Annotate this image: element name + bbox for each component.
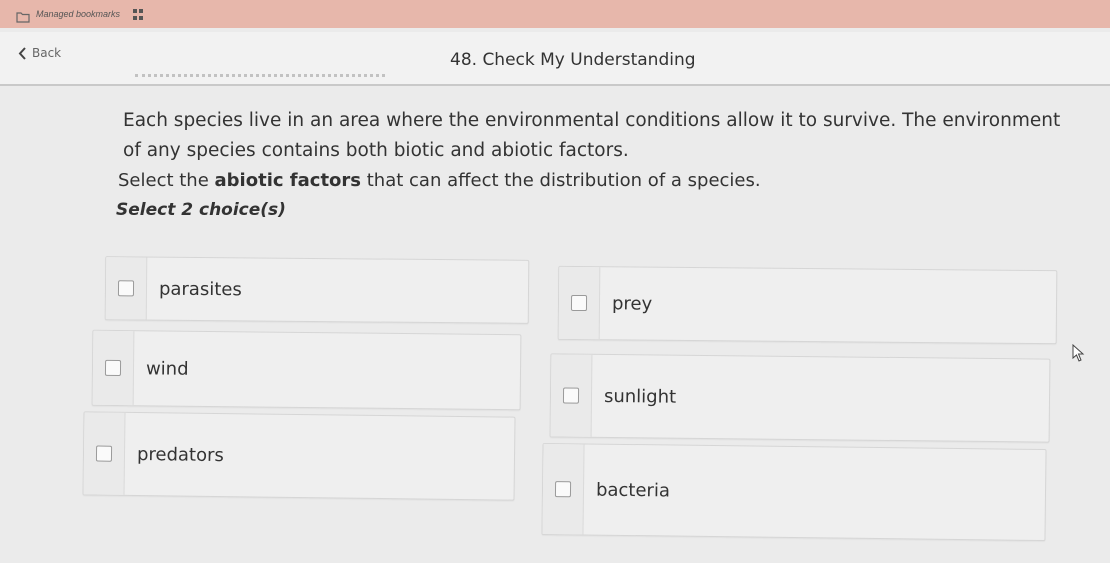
checkbox-cell: [92, 330, 135, 406]
checkbox[interactable]: [104, 359, 122, 377]
managed-bookmarks-link[interactable]: Managed bookmarks: [36, 9, 120, 19]
apps-grid-icon[interactable]: [132, 7, 144, 21]
chevron-left-icon: [18, 46, 27, 60]
back-label: Back: [32, 46, 62, 60]
choice-bacteria[interactable]: bacteria: [541, 442, 1047, 542]
choice-label: sunlight: [603, 385, 677, 408]
choice-label: wind: [145, 357, 189, 380]
choice-label: prey: [611, 292, 653, 315]
folder-icon[interactable]: [16, 8, 30, 23]
checkbox[interactable]: [554, 481, 572, 498]
choice-label: predators: [136, 443, 224, 466]
checkbox[interactable]: [570, 294, 588, 312]
choice-wind[interactable]: wind: [91, 329, 522, 411]
checkbox[interactable]: [562, 387, 580, 404]
question-text: Each species live in an area where the e…: [123, 106, 1073, 166]
choice-count: Select 2 choice(s): [116, 200, 286, 220]
choice-predators[interactable]: predators: [82, 411, 516, 501]
checkbox-cell: [558, 266, 601, 340]
checkbox[interactable]: [95, 445, 113, 462]
instruction-bold: abiotic factors: [214, 170, 362, 191]
checkbox-cell: [550, 354, 593, 437]
instruction-suffix: that can affect the distribution of a sp…: [361, 170, 761, 191]
back-button[interactable]: Back: [18, 46, 61, 60]
instruction: Select the abiotic factors that can affe…: [118, 170, 761, 191]
checkbox-cell: [542, 443, 585, 535]
header-divider: [0, 84, 1110, 86]
bookmarks-bar: Managed bookmarks: [0, 0, 1110, 28]
page-title: 48. Check My Understanding: [450, 50, 696, 70]
question-line-1: Each species live in an area where the e…: [123, 110, 1061, 131]
question-line-2: of any species contains both biotic and …: [123, 140, 629, 161]
cut-off-text: [135, 74, 385, 83]
choice-label: parasites: [158, 278, 242, 300]
choice-label: bacteria: [595, 479, 671, 501]
checkbox-cell: [83, 412, 126, 495]
choice-prey[interactable]: prey: [557, 265, 1058, 345]
choice-parasites[interactable]: parasites: [104, 256, 530, 324]
checkbox[interactable]: [117, 280, 135, 297]
instruction-prefix: Select the: [118, 170, 215, 191]
mouse-cursor-icon: [1072, 343, 1086, 362]
choice-sunlight[interactable]: sunlight: [549, 353, 1051, 443]
checkbox-cell: [105, 257, 148, 320]
